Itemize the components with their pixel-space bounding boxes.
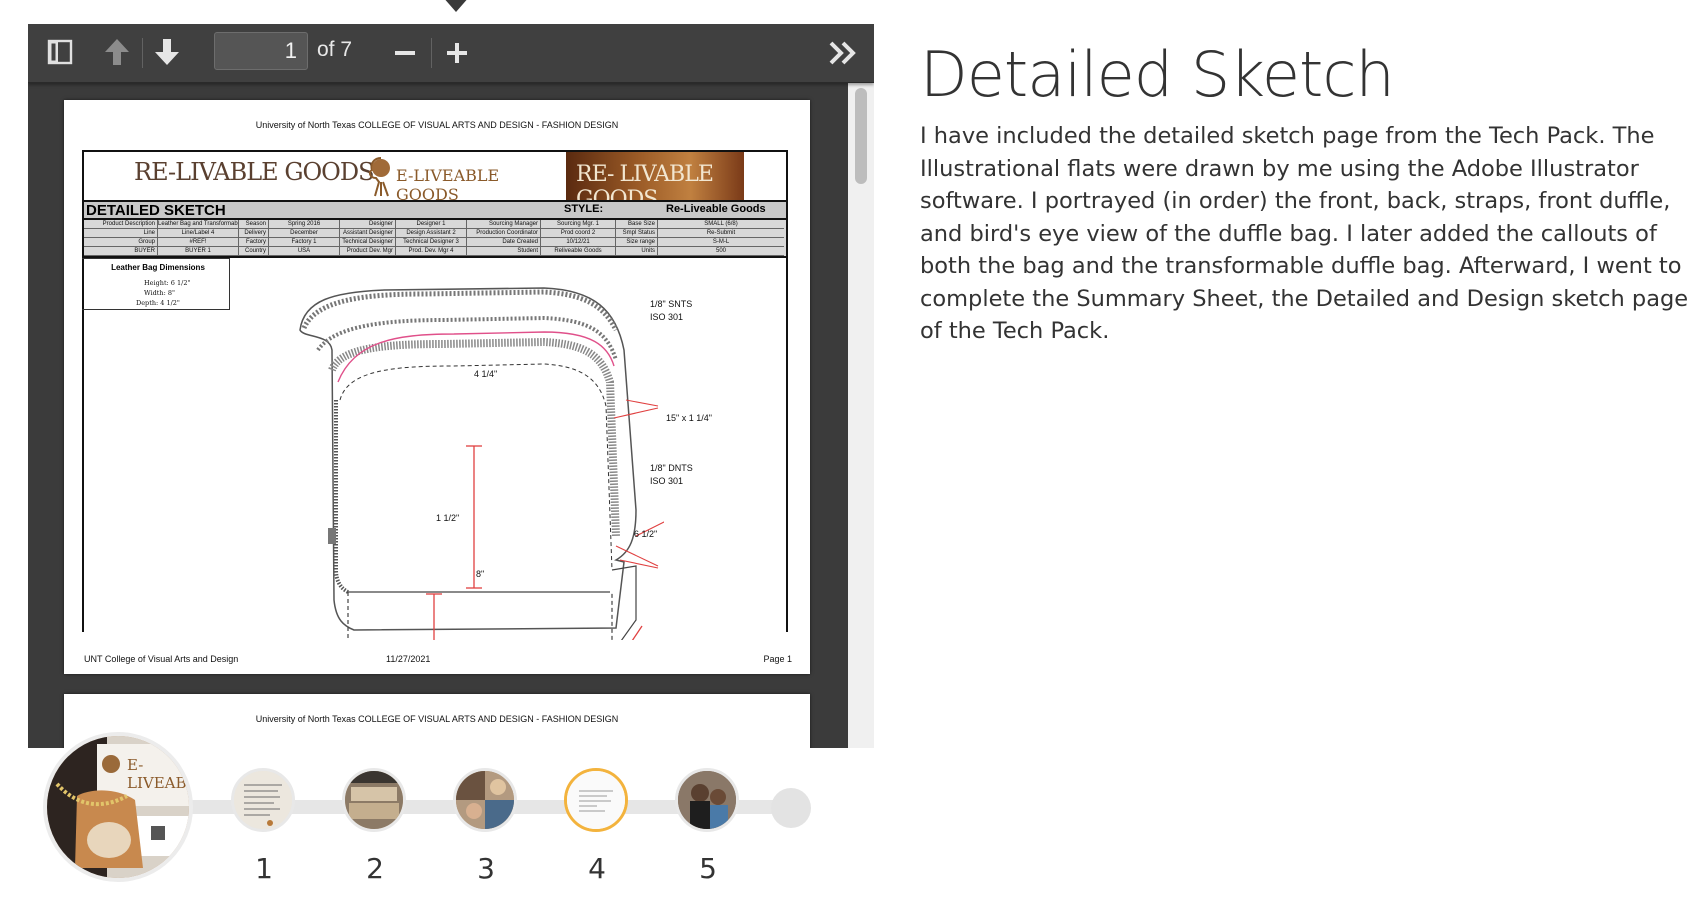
page-count-label: of 7 [317,38,353,61]
timeline-item-4[interactable] [564,768,628,832]
pdf-page: University of North Texas COLLEGE OF VIS… [64,100,810,674]
dimension-height: Height: 6 1/2" [144,279,191,287]
callout-label: ISO 301 [650,476,684,486]
zoom-out-icon[interactable] [392,40,418,66]
bag-technical-flat [299,287,664,640]
cover-thumbnail[interactable]: E-LIVEABLE [47,736,189,878]
style-value: Re-Liveable Goods [666,203,766,215]
pdf-page-header: University of North Texas COLLEGE OF VIS… [255,714,619,724]
timeline-item-5[interactable] [675,768,739,832]
zoom-in-icon[interactable] [444,40,470,66]
page-title: Detailed Sketch [920,38,1395,111]
spec-info-grid: Product Description Leather Bag and Tran… [82,220,788,258]
cover-logo-text: E-LIVEABLE [127,756,189,792]
timeline-item-2[interactable] [342,768,406,832]
description-text: I have included the detailed sketch page… [920,123,1689,344]
timeline-item-1[interactable] [231,768,295,832]
pdf-footer-left: UNT College of Visual Arts and Design [84,654,239,664]
timeline-label-4: 4 [588,852,606,885]
sheet-title: DETAILED SKETCH [86,202,226,219]
spec-row: Product Description Leather Bag and Tran… [84,220,786,229]
measurement-label: 6 1/2" [634,529,658,539]
dimensions-title: Leather Bag Dimensions [111,263,205,272]
tools-menu-icon[interactable] [828,39,858,67]
pdf-toolbar: 1 of 7 [28,24,874,83]
pdf-page-header: University of North Texas COLLEGE OF VIS… [255,120,619,130]
pdf-footer-page: Page 1 [763,654,792,664]
measurement-label: 4 1/4" [474,369,498,379]
timeline-label-3: 3 [477,852,495,885]
scrollbar-thumb[interactable] [855,88,867,184]
dimension-depth: Depth: 4 1/2" [136,299,180,307]
detailed-sketch-band: DETAILED SKETCH STYLE: Re-Liveable Goods [82,200,788,220]
pdf-viewer[interactable]: 1 of 7 University of North Texas COLLEGE… [28,24,874,748]
callout-label: 15" x 1 1/4" [666,413,712,423]
measurement-label: 8" [476,569,485,579]
logo-band: RE-LIVABLE GOODS E-LIVEABLE GOODS RE- LI… [82,150,788,212]
pdf-page: University of North Texas COLLEGE OF VIS… [64,694,810,748]
dimension-width: Width: 8" [144,289,175,297]
page-number-input[interactable]: 1 [214,32,308,70]
callout-label: 1/8" DNTS [650,463,693,473]
sidebar-toggle-icon[interactable] [46,38,74,66]
timeline-end-marker[interactable] [771,788,811,828]
dimensions-box: Leather Bag Dimensions Height: 6 1/2" Wi… [82,258,230,310]
pdf-footer-date: 11/27/2021 [386,654,431,664]
top-pointer [442,0,470,12]
style-label: STYLE: [564,203,604,215]
timeline-label-5: 5 [699,852,717,885]
spec-row: Line Line/Label 4 Delivery December Assi… [84,229,786,238]
timeline-item-3[interactable] [453,768,517,832]
toolbar-divider [142,38,143,68]
measurement-label: 1 1/2" [436,513,460,523]
spec-row: Group #REF! Factory Factory 1 Technical … [84,238,786,247]
toolbar-divider [431,38,432,68]
callout-label: 1/8" SNTS [650,299,693,309]
callout-label: ISO 301 [650,312,684,322]
next-page-icon[interactable] [152,36,182,68]
brand-logo: E-LIVEABLE GOODS [366,154,516,204]
spec-row: BUYER BUYER 1 Country USA Product Dev. M… [84,247,786,256]
brand-logo: RE-LIVABLE GOODS [134,158,375,186]
brand-logo: RE- LIVABLE GOODS [566,152,744,212]
timeline-label-2: 2 [366,852,384,885]
timeline-label-1: 1 [255,852,273,885]
previous-page-icon[interactable] [102,36,132,68]
